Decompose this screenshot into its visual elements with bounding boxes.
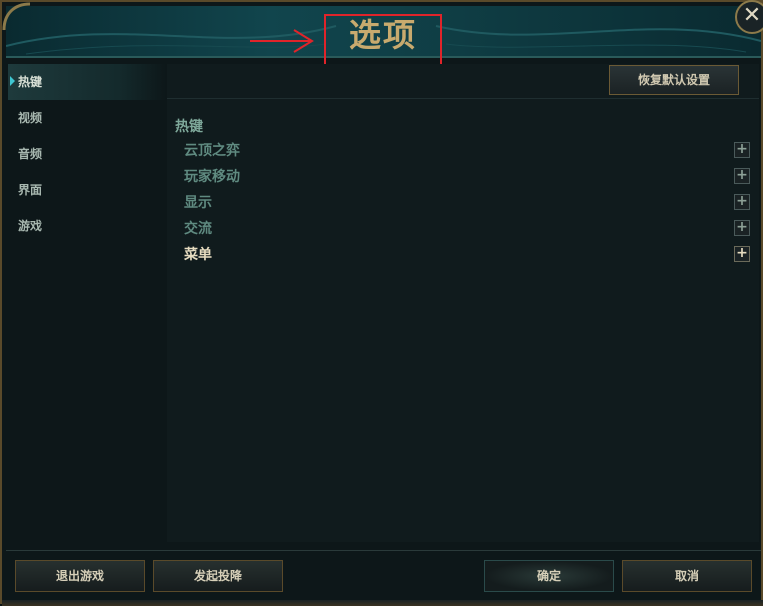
cancel-button[interactable]: 取消 <box>622 560 752 592</box>
hotkeys-panel: 恢复默认设置 热键 云顶之弈 + 玩家移动 + 显示 + 交流 + 菜单 + <box>167 64 759 542</box>
caret-right-icon <box>10 76 15 86</box>
sidebar-item-label: 界面 <box>18 183 43 197</box>
footer-divider <box>6 550 761 551</box>
hotkey-group-label: 显示 <box>184 195 212 211</box>
reset-defaults-button[interactable]: 恢复默认设置 <box>609 65 739 95</box>
sidebar: 热键 视频 音频 界面 游戏 <box>8 64 166 544</box>
sidebar-item-label: 视频 <box>18 111 43 125</box>
hotkey-group-label: 交流 <box>184 221 212 237</box>
plus-icon[interactable]: + <box>734 168 750 184</box>
plus-icon[interactable]: + <box>734 142 750 158</box>
options-window: 选项 ✕ 热键 视频 音频 界面 游戏 恢复默认设置 热键 云顶之弈 + 玩家移… <box>0 0 763 606</box>
sidebar-item-game[interactable]: 游戏 <box>8 208 166 244</box>
sidebar-item-label: 音频 <box>18 147 43 161</box>
hotkey-group-label: 菜单 <box>184 247 212 263</box>
sidebar-item-hotkeys[interactable]: 热键 <box>8 64 166 100</box>
divider <box>167 98 759 99</box>
hotkey-group-tft[interactable]: 云顶之弈 + <box>184 139 750 163</box>
hotkey-group-label: 玩家移动 <box>184 169 240 185</box>
hotkey-group-label: 云顶之弈 <box>184 143 240 159</box>
sidebar-item-interface[interactable]: 界面 <box>8 172 166 208</box>
close-button[interactable]: ✕ <box>735 0 763 34</box>
sidebar-item-label: 热键 <box>18 75 43 89</box>
surrender-button[interactable]: 发起投降 <box>153 560 283 592</box>
exit-game-button[interactable]: 退出游戏 <box>15 560 145 592</box>
sidebar-item-label: 游戏 <box>18 219 43 233</box>
plus-icon[interactable]: + <box>734 220 750 236</box>
close-icon: ✕ <box>742 3 762 28</box>
plus-icon[interactable]: + <box>734 246 750 262</box>
sidebar-item-video[interactable]: 视频 <box>8 100 166 136</box>
title-highlight-box <box>324 14 442 66</box>
bottom-border <box>2 600 763 606</box>
hotkey-group-communication[interactable]: 交流 + <box>184 217 750 241</box>
corner-ornament <box>2 2 31 31</box>
hotkey-group-menu[interactable]: 菜单 + <box>184 243 750 267</box>
sidebar-item-audio[interactable]: 音频 <box>8 136 166 172</box>
plus-icon[interactable]: + <box>734 194 750 210</box>
arrow-right-icon <box>250 29 314 53</box>
section-title: 热键 <box>175 119 203 135</box>
confirm-button[interactable]: 确定 <box>484 560 614 592</box>
hotkey-group-display[interactable]: 显示 + <box>184 191 750 215</box>
hotkey-group-player-movement[interactable]: 玩家移动 + <box>184 165 750 189</box>
